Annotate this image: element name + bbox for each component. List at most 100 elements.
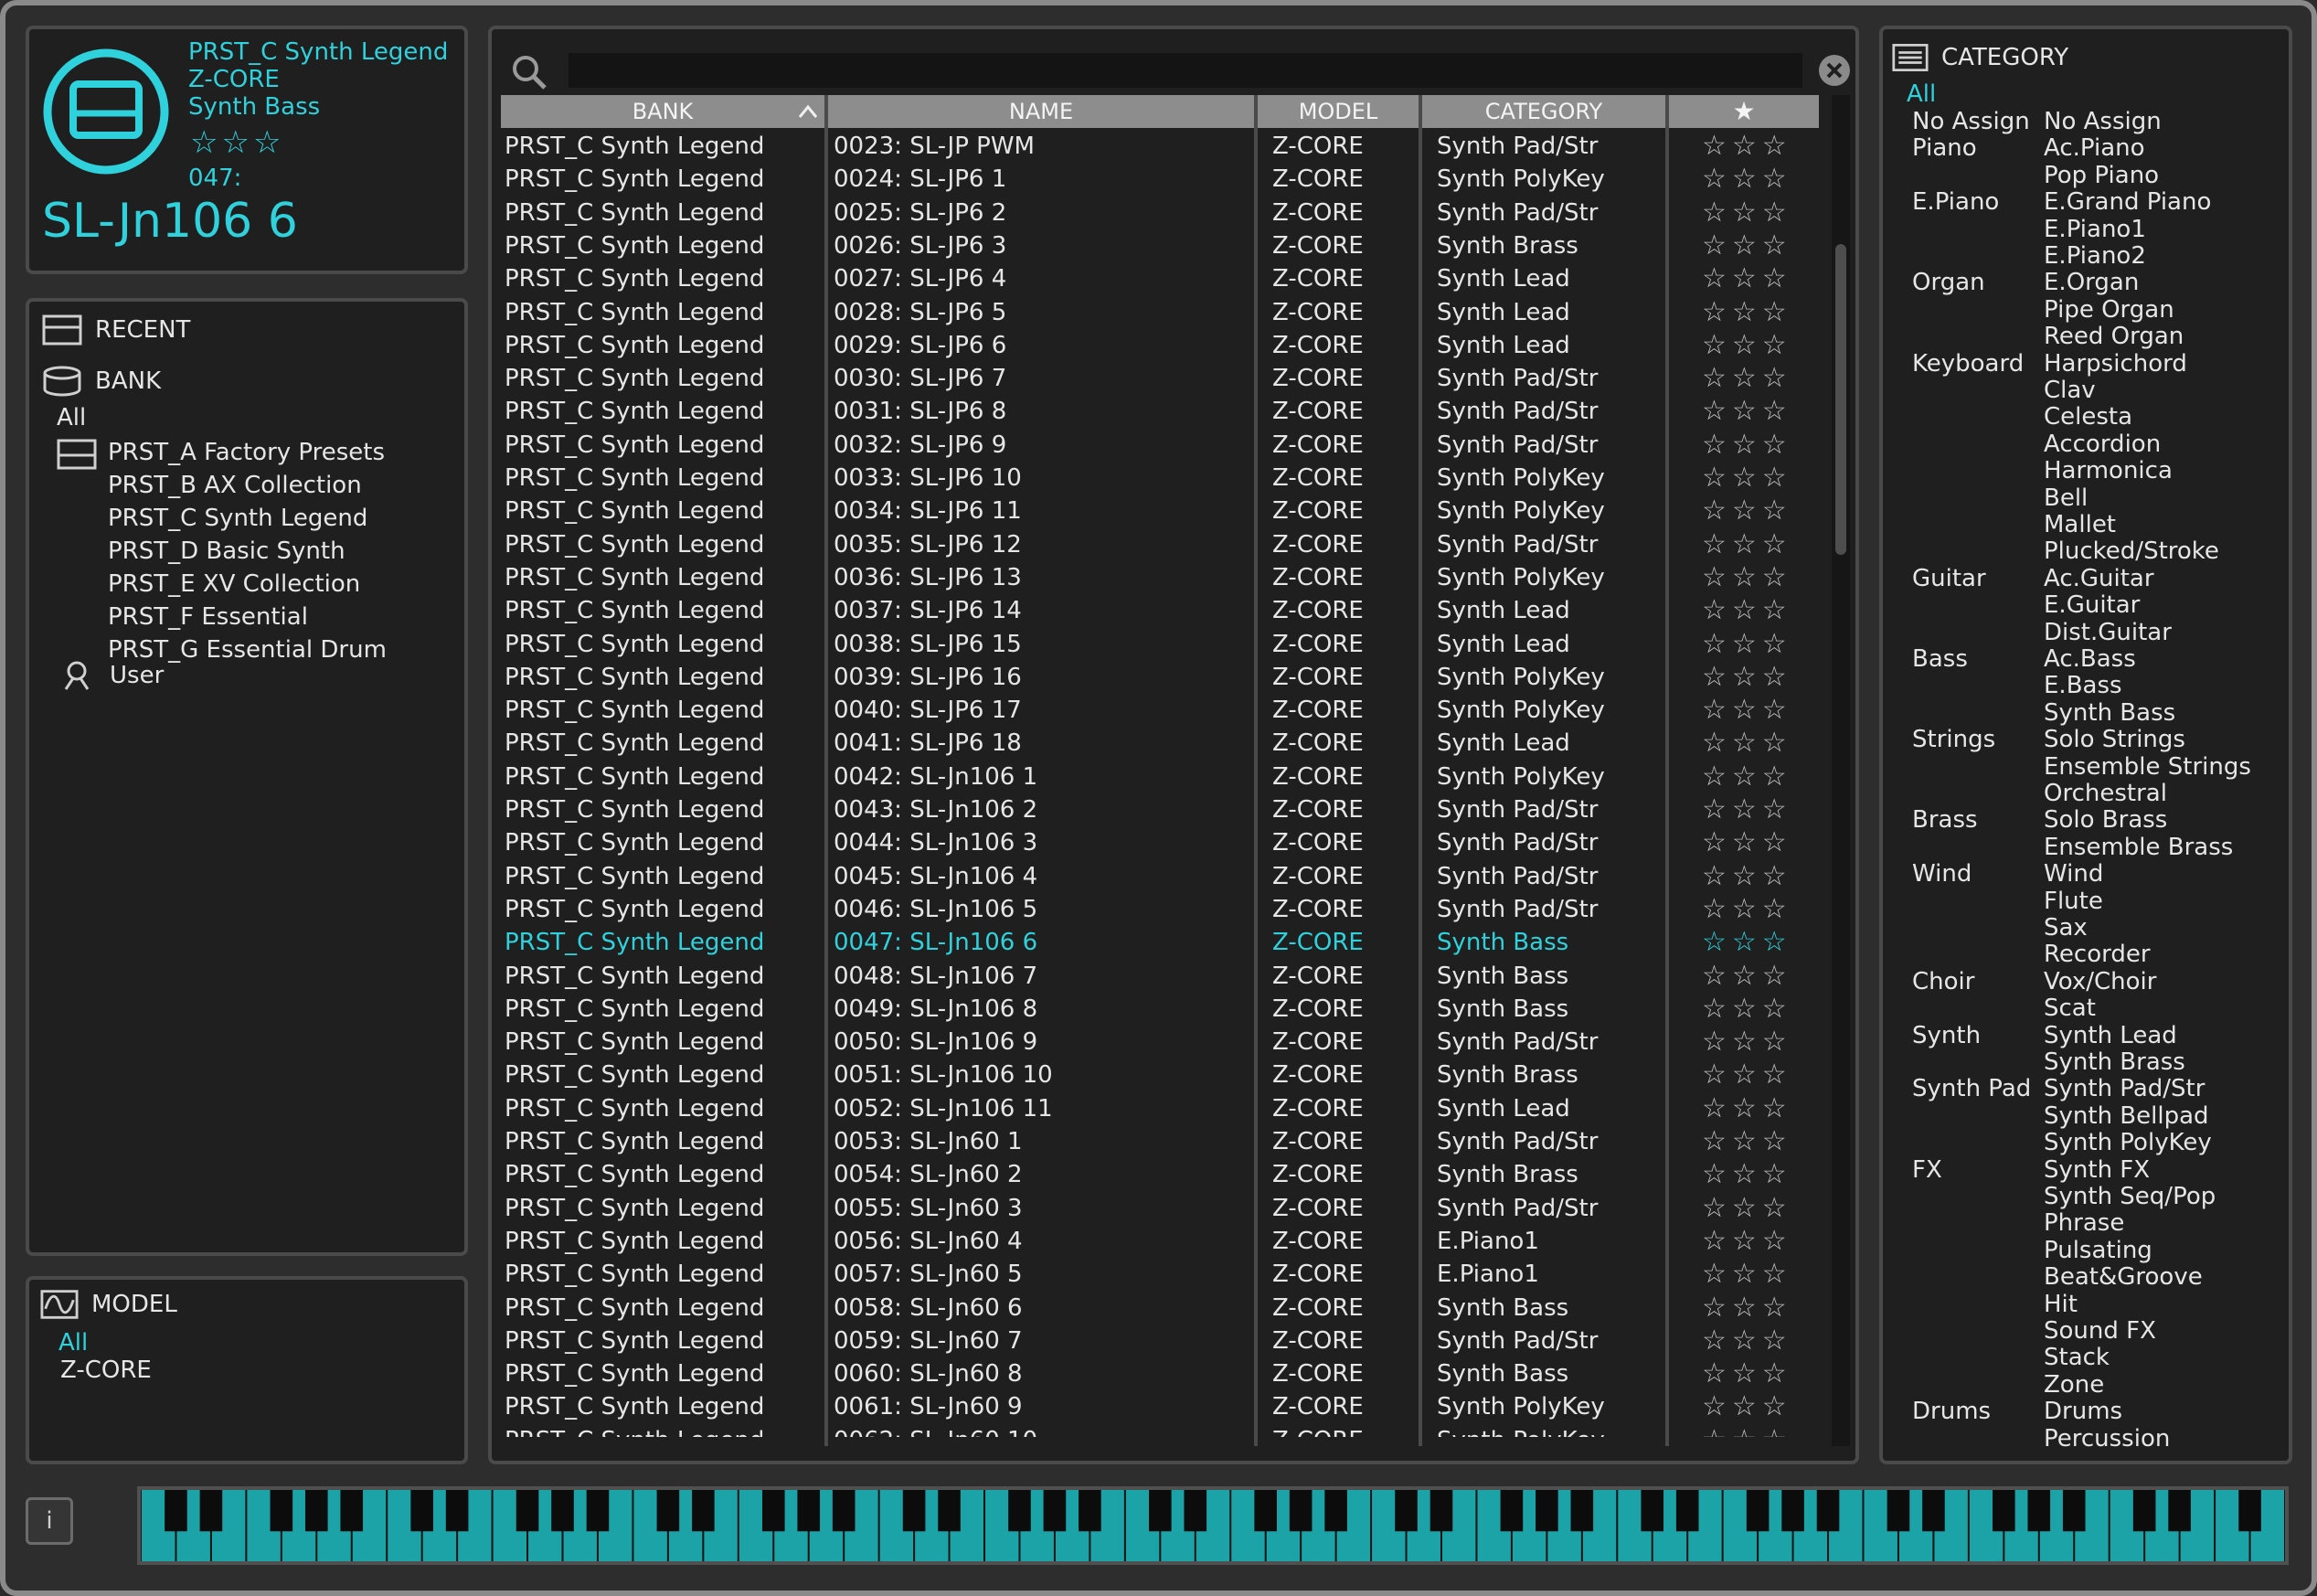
black-key[interactable] (1675, 1490, 1699, 1532)
black-key[interactable] (551, 1490, 574, 1532)
table-row[interactable]: PRST_C Synth Legend 0046: SL-Jn106 5 Z-COR… (501, 893, 1830, 926)
favorite-stars[interactable]: ☆☆☆ (1702, 926, 1792, 959)
black-key[interactable] (1008, 1490, 1031, 1532)
category-item[interactable]: Zone (2044, 1371, 2104, 1399)
table-row[interactable]: PRST_C Synth Legend 0061: SL-Jn60 9 Z-CORE… (501, 1390, 1830, 1423)
favorite-stars[interactable]: ☆☆☆ (1702, 197, 1792, 229)
black-key[interactable] (938, 1490, 961, 1532)
black-key[interactable] (1043, 1490, 1067, 1532)
category-item[interactable]: Harmonica (2044, 457, 2173, 484)
black-key[interactable] (1430, 1490, 1453, 1532)
category-item[interactable]: Flute (2044, 888, 2103, 915)
table-row[interactable]: PRST_C Synth Legend 0048: SL-Jn106 7 Z-COR… (501, 960, 1830, 993)
category-item[interactable]: Bell (2044, 484, 2088, 512)
category-item[interactable]: Drums (2044, 1398, 2122, 1425)
bank-item[interactable]: PRST_A Factory Presets (108, 439, 385, 466)
table-row[interactable]: PRST_C Synth Legend 0056: SL-Jn60 4 Z-CORE… (501, 1225, 1830, 1258)
favorite-stars[interactable]: ☆☆☆ (1702, 893, 1792, 926)
black-key[interactable] (1922, 1490, 1945, 1532)
black-key[interactable] (2168, 1490, 2191, 1532)
category-item[interactable]: Reed Organ (2044, 323, 2184, 350)
table-row[interactable]: PRST_C Synth Legend 0050: SL-Jn106 9 Z-COR… (501, 1026, 1830, 1059)
category-group[interactable]: Bass (1912, 645, 1968, 673)
category-item[interactable]: Synth Bass (2044, 699, 2175, 727)
category-item[interactable]: Plucked/Stroke (2044, 537, 2219, 565)
category-item[interactable]: Synth Bellpad (2044, 1102, 2209, 1130)
favorite-stars[interactable]: ☆☆☆ (1702, 462, 1792, 495)
table-row[interactable]: PRST_C Synth Legend 0058: SL-Jn60 6 Z-CORE… (501, 1292, 1830, 1325)
column-header-favorite[interactable]: ★ (1669, 95, 1819, 128)
favorite-stars[interactable]: ☆☆☆ (1702, 1325, 1792, 1357)
black-key[interactable] (2027, 1490, 2051, 1532)
favorite-stars[interactable]: ☆☆☆ (1702, 727, 1792, 760)
bank-item[interactable]: PRST_B AX Collection (108, 472, 362, 499)
favorite-stars[interactable]: ☆☆☆ (1702, 694, 1792, 727)
favorite-stars[interactable]: ☆☆☆ (1702, 395, 1792, 428)
favorite-stars[interactable]: ☆☆☆ (1702, 1158, 1792, 1191)
black-key[interactable] (515, 1490, 539, 1532)
table-row[interactable]: PRST_C Synth Legend 0040: SL-JP6 17 Z-CORE… (501, 694, 1830, 727)
model-item-z-core[interactable]: Z-CORE (60, 1357, 152, 1384)
category-item[interactable]: Ac.Bass (2044, 645, 2136, 673)
category-item[interactable]: Clav (2044, 377, 2096, 404)
black-key[interactable] (1289, 1490, 1313, 1532)
category-item[interactable]: E.Guitar (2044, 591, 2140, 619)
category-group[interactable]: E.Piano (1912, 188, 1999, 216)
table-row[interactable]: PRST_C Synth Legend 0045: SL-Jn106 4 Z-COR… (501, 860, 1830, 893)
favorite-stars[interactable]: ☆☆☆ (1702, 1192, 1792, 1225)
table-row[interactable]: PRST_C Synth Legend 0038: SL-JP6 15 Z-CORE… (501, 628, 1830, 661)
black-key[interactable] (410, 1490, 433, 1532)
category-item[interactable]: No Assign (2044, 108, 2162, 135)
black-key[interactable] (1324, 1490, 1347, 1532)
table-row[interactable]: PRST_C Synth Legend 0032: SL-JP6 9 Z-CORE S… (501, 429, 1830, 462)
category-item[interactable]: Ac.Guitar (2044, 565, 2154, 592)
black-key[interactable] (1395, 1490, 1418, 1532)
favorite-stars[interactable]: ☆☆☆ (1702, 1026, 1792, 1059)
favorite-stars[interactable]: ☆☆☆ (1702, 1092, 1792, 1125)
black-key[interactable] (2238, 1490, 2261, 1532)
category-item[interactable]: Pop Piano (2044, 162, 2159, 189)
category-item[interactable]: Ac.Piano (2044, 134, 2145, 162)
category-item[interactable]: Accordion (2044, 431, 2161, 458)
category-item[interactable]: Orchestral (2044, 780, 2167, 807)
black-key[interactable] (1887, 1490, 1910, 1532)
black-key[interactable] (1536, 1490, 1558, 1532)
favorite-stars[interactable]: ☆☆☆ (1702, 561, 1792, 594)
bank-all[interactable]: All (57, 404, 86, 431)
category-item[interactable]: Synth PolyKey (2044, 1129, 2212, 1156)
category-item[interactable]: Ensemble Brass (2044, 834, 2233, 861)
search-icon[interactable] (510, 53, 548, 91)
table-row[interactable]: PRST_C Synth Legend 0030: SL-JP6 7 Z-CORE S… (501, 362, 1830, 395)
category-item[interactable]: Phrase (2044, 1209, 2124, 1237)
user-item[interactable]: User (57, 660, 164, 691)
category-item[interactable]: Synth Brass (2044, 1048, 2185, 1076)
black-key[interactable] (445, 1490, 469, 1532)
category-group[interactable]: Keyboard (1912, 350, 2024, 378)
category-item[interactable]: E.Grand Piano (2044, 188, 2211, 216)
category-group[interactable]: Choir (1912, 968, 1974, 995)
piano-keyboard[interactable] (137, 1486, 2289, 1565)
column-header-bank[interactable]: BANK (501, 95, 824, 128)
table-row[interactable]: PRST_C Synth Legend 0042: SL-Jn106 1 Z-COR… (501, 761, 1830, 793)
category-item[interactable]: E.Organ (2044, 269, 2139, 296)
black-key[interactable] (761, 1490, 785, 1532)
column-header-category[interactable]: CATEGORY (1422, 95, 1665, 128)
favorite-stars[interactable]: ☆☆☆ (1702, 262, 1792, 295)
black-key[interactable] (902, 1490, 926, 1532)
category-group[interactable]: Synth (1912, 1022, 1981, 1049)
favorite-stars[interactable]: ☆☆☆ (1702, 495, 1792, 527)
table-row[interactable]: PRST_C Synth Legend 0024: SL-JP6 1 Z-CORE S… (501, 163, 1830, 196)
favorite-stars[interactable]: ☆☆☆ (1702, 628, 1792, 661)
scrollbar-thumb[interactable] (1835, 243, 1846, 555)
bank-header[interactable]: BANK (42, 366, 161, 397)
favorite-stars[interactable]: ☆☆☆ (1702, 229, 1792, 262)
favorite-stars[interactable]: ☆☆☆ (1702, 1059, 1792, 1091)
category-item[interactable]: Harpsichord (2044, 350, 2187, 378)
category-item[interactable]: Synth Seq/Pop (2044, 1183, 2216, 1210)
table-row[interactable]: PRST_C Synth Legend 0047: SL-Jn106 6 Z-COR… (501, 926, 1830, 959)
black-key[interactable] (692, 1490, 715, 1532)
table-row[interactable]: PRST_C Synth Legend 0057: SL-Jn60 5 Z-CORE… (501, 1258, 1830, 1291)
favorite-stars[interactable]: ☆☆☆ (1702, 329, 1792, 362)
column-header-model[interactable]: MODEL (1258, 95, 1419, 128)
category-group[interactable]: FX (1912, 1156, 1942, 1184)
